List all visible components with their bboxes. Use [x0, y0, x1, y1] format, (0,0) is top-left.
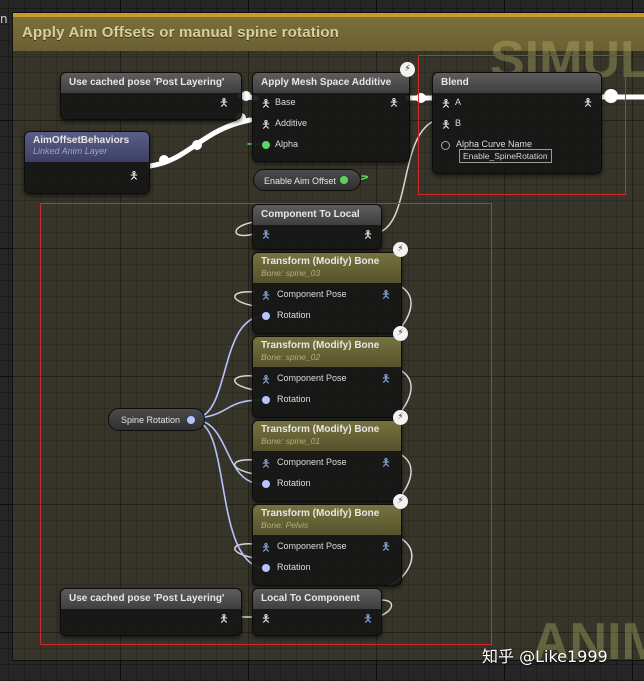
node-title: Transform (Modify) Bone	[261, 424, 380, 435]
pin-label: Rotation	[277, 562, 311, 572]
pin-label: Alpha	[275, 139, 299, 149]
pin-label: Rotation	[277, 310, 311, 320]
pin-label: Base	[275, 97, 296, 107]
node-transform-bone-spine-02[interactable]: Transform (Modify) Bone Bone: spine_02 🯅…	[252, 336, 402, 418]
node-title: Use cached pose 'Post Layering'	[61, 73, 241, 93]
node-component-to-local[interactable]: Component To Local 🯅 🯅	[252, 204, 382, 250]
node-header: Transform (Modify) Bone Bone: Pelvis	[253, 505, 401, 535]
node-cached-pose-bottom[interactable]: Use cached pose 'Post Layering' 🯅	[60, 588, 242, 636]
pose-figure-icon[interactable]: 🯅	[363, 229, 373, 241]
rotator-pin-icon	[262, 480, 270, 488]
node-subtitle: Bone: spine_03	[261, 268, 321, 278]
pill-label: Spine Rotation	[121, 415, 181, 425]
node-subtitle: Linked Anim Layer	[33, 146, 108, 156]
node-subtitle: Bone: Pelvis	[261, 520, 309, 530]
pin-label: Component Pose	[277, 457, 347, 467]
fast-path-bolt-icon: ⚡	[393, 410, 408, 425]
node-title: AimOffsetBehaviors	[33, 135, 130, 146]
node-title: Transform (Modify) Bone	[261, 508, 380, 519]
node-cached-pose-top[interactable]: Use cached pose 'Post Layering' 🯅	[60, 72, 242, 120]
node-title: Use cached pose 'Post Layering'	[61, 589, 241, 609]
pose-figure-icon[interactable]: 🯅	[389, 97, 399, 109]
pose-figure-icon[interactable]: 🯅	[381, 541, 391, 553]
node-title: Transform (Modify) Bone	[261, 340, 380, 351]
rotator-pin-icon	[262, 312, 270, 320]
pose-figure-icon[interactable]: 🯅	[381, 457, 391, 469]
pose-figure-icon: 🯅	[261, 290, 271, 302]
fast-path-bolt-icon: ⚡	[393, 494, 408, 509]
pin-label: Component Pose	[277, 289, 347, 299]
fast-path-bolt-icon: ⚡	[400, 62, 415, 77]
node-header: Transform (Modify) Bone Bone: spine_01	[253, 421, 401, 451]
pose-figure-icon[interactable]: 🯅	[381, 373, 391, 385]
pose-figure-icon: 🯅	[441, 98, 451, 110]
pose-figure-icon[interactable]: 🯅	[129, 170, 139, 182]
pin-label: Rotation	[277, 478, 311, 488]
name-pin-icon	[441, 141, 450, 150]
reroute-knot	[241, 91, 251, 101]
node-transform-bone-spine-01[interactable]: Transform (Modify) Bone Bone: spine_01 🯅…	[252, 420, 402, 502]
pose-figure-icon: 🯅	[261, 542, 271, 554]
pin-label: B	[455, 118, 462, 128]
node-aim-offset-behaviors[interactable]: AimOffsetBehaviors Linked Anim Layer 🯅	[24, 131, 150, 194]
rotator-pin-icon[interactable]	[187, 416, 195, 424]
node-title: Apply Mesh Space Additive	[253, 73, 409, 93]
pose-figure-icon[interactable]: 🯅	[261, 613, 271, 625]
node-title: Local To Component	[253, 589, 381, 609]
node-subtitle: Bone: spine_02	[261, 352, 321, 362]
pose-figure-icon[interactable]: 🯅	[363, 613, 373, 625]
reroute-knot	[159, 155, 169, 165]
bool-pin-icon	[262, 141, 270, 149]
enable-aim-offset-getter[interactable]: Enable Aim Offset	[253, 169, 361, 191]
rotator-pin-icon	[262, 396, 270, 404]
pose-figure-icon[interactable]: 🯅	[219, 97, 229, 109]
node-apply-additive[interactable]: Apply Mesh Space Additive 🯅 Base 🯅 Addit…	[252, 72, 410, 162]
bool-pin-icon[interactable]	[340, 176, 348, 184]
node-transform-bone-spine-03[interactable]: Transform (Modify) Bone Bone: spine_03 🯅…	[252, 252, 402, 334]
footer-watermark: 知乎 @Like1999	[482, 647, 608, 666]
fast-path-bolt-icon: ⚡	[393, 326, 408, 341]
node-header: Transform (Modify) Bone Bone: spine_03	[253, 253, 401, 283]
node-header: Transform (Modify) Bone Bone: spine_02	[253, 337, 401, 367]
rotator-pin-icon	[262, 564, 270, 572]
node-transform-bone-pelvis[interactable]: Transform (Modify) Bone Bone: Pelvis 🯅 C…	[252, 504, 402, 586]
reroute-knot	[192, 140, 202, 150]
pill-label: Enable Aim Offset	[264, 176, 336, 186]
pin-label: Additive	[275, 118, 308, 128]
node-local-to-component[interactable]: Local To Component 🯅 🯅	[252, 588, 382, 636]
node-title: Component To Local	[253, 205, 381, 225]
pose-figure-icon: 🯅	[261, 374, 271, 386]
pose-figure-icon: 🯅	[261, 98, 271, 110]
node-subtitle: Bone: spine_01	[261, 436, 321, 446]
node-title: Blend	[433, 73, 601, 93]
pose-figure-icon[interactable]: 🯅	[219, 613, 229, 625]
pose-figure-icon: 🯅	[261, 119, 271, 131]
pose-figure-icon: 🯅	[441, 119, 451, 131]
pose-figure-icon[interactable]: 🯅	[583, 97, 593, 109]
alpha-curve-name-field[interactable]: Enable_SpineRotation	[459, 149, 552, 163]
fast-path-bolt-icon: ⚡	[393, 242, 408, 257]
pose-figure-icon[interactable]: 🯅	[381, 289, 391, 301]
graph-canvas[interactable]: Apply Aim Offsets or manual spine rotati…	[0, 0, 644, 681]
pin-label: Component Pose	[277, 373, 347, 383]
node-blend[interactable]: Blend 🯅 A 🯅 B Alpha Curve Name Enable_Sp…	[432, 72, 602, 174]
pin-label: Rotation	[277, 394, 311, 404]
pin-label: A	[455, 97, 462, 107]
pin-label: Alpha Curve Name	[456, 139, 533, 149]
pose-figure-icon[interactable]: 🯅	[261, 229, 271, 241]
node-header: AimOffsetBehaviors Linked Anim Layer	[25, 132, 149, 162]
node-title: Transform (Modify) Bone	[261, 256, 380, 267]
spine-rotation-getter[interactable]: Spine Rotation	[108, 408, 205, 431]
pin-label: Component Pose	[277, 541, 347, 551]
pose-figure-icon: 🯅	[261, 458, 271, 470]
